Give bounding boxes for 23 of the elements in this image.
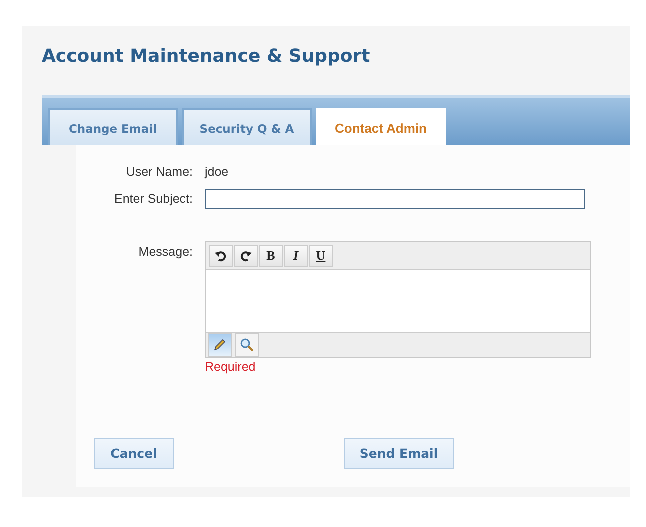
tab[interactable]: Change Email bbox=[48, 108, 178, 145]
undo-button[interactable] bbox=[209, 245, 233, 267]
redo-button[interactable] bbox=[234, 245, 258, 267]
page-title: Account Maintenance & Support bbox=[42, 46, 372, 67]
pencil-icon bbox=[213, 338, 227, 352]
design-mode-button[interactable] bbox=[208, 333, 232, 357]
italic-button[interactable]: I bbox=[284, 245, 308, 267]
subject-field[interactable] bbox=[205, 189, 585, 209]
user-name-value: jdoe bbox=[205, 165, 229, 179]
redo-icon bbox=[240, 250, 252, 262]
field-label: User Name: bbox=[125, 165, 193, 179]
field-label: Message: bbox=[138, 244, 193, 259]
tab[interactable]: Security Q & A bbox=[182, 108, 312, 145]
validation-message: Required bbox=[205, 360, 256, 374]
cancel-button[interactable]: Cancel bbox=[94, 438, 174, 469]
field-label: Enter Subject: bbox=[113, 192, 193, 206]
preview-mode-button[interactable] bbox=[235, 333, 259, 357]
send-email-button[interactable]: Send Email bbox=[344, 438, 454, 469]
tab[interactable]: Contact Admin bbox=[316, 108, 446, 145]
bold-button[interactable]: B bbox=[259, 245, 283, 267]
search-icon bbox=[240, 338, 254, 352]
undo-icon bbox=[215, 250, 227, 262]
underline-button[interactable]: U bbox=[309, 245, 333, 267]
